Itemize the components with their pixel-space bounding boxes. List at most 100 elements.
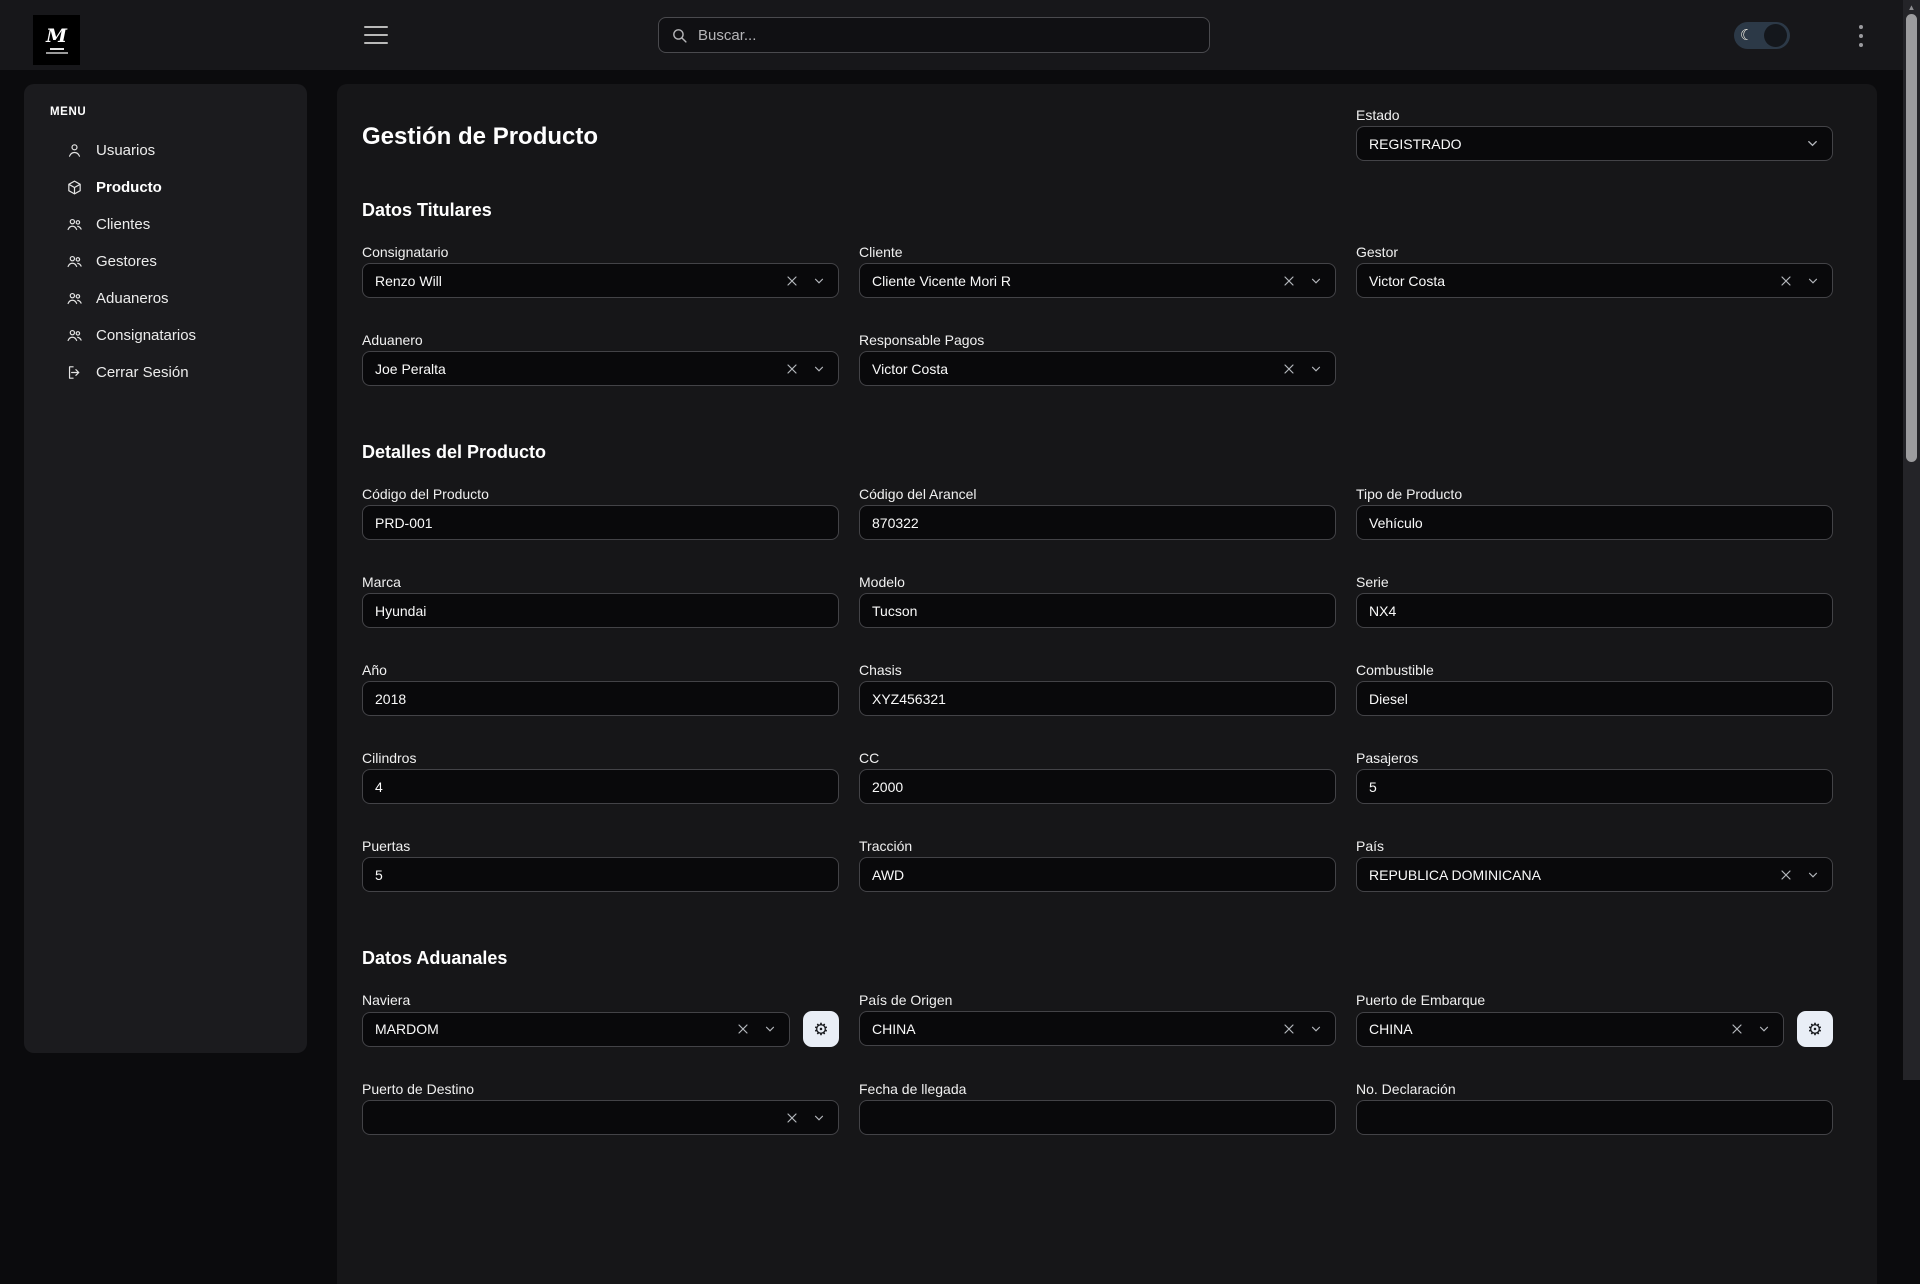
clear-icon[interactable]	[1281, 1021, 1297, 1037]
chevron-down-icon[interactable]	[1805, 136, 1820, 151]
sidebar-item-gestores[interactable]: Gestores	[24, 243, 307, 280]
field-value: 5	[375, 867, 826, 883]
chevron-down-icon[interactable]	[1757, 1022, 1771, 1036]
sidebar-item-label: Consignatarios	[96, 327, 196, 344]
combobox[interactable]: Victor Costa	[1356, 263, 1833, 298]
form-field: Combustible Diesel	[1356, 663, 1833, 716]
form-field: CC 2000	[859, 751, 1336, 804]
theme-toggle[interactable]: ☾	[1734, 22, 1790, 49]
sidebar-item-usuarios[interactable]: Usuarios	[24, 132, 307, 169]
clear-icon[interactable]	[1778, 867, 1794, 883]
form-field: Puerto de Embarque CHINA ⚙	[1356, 993, 1833, 1047]
chevron-down-icon[interactable]	[1309, 1022, 1323, 1036]
sidebar-item-cerrar-sesion[interactable]: Cerrar Sesión	[24, 354, 307, 391]
clear-icon[interactable]	[784, 273, 800, 289]
text-input[interactable]: XYZ456321	[859, 681, 1336, 716]
scroll-up-arrow-icon[interactable]: ▲	[1903, 3, 1920, 13]
users-icon	[66, 216, 83, 233]
field-settings-button[interactable]: ⚙	[1797, 1011, 1833, 1047]
kebab-menu-icon[interactable]	[1854, 25, 1868, 47]
section-title: Datos Titulares	[362, 199, 1833, 221]
logo-emblem-icon: M	[46, 27, 67, 46]
field-value: REGISTRADO	[1369, 136, 1793, 152]
text-input[interactable]: Vehículo	[1356, 505, 1833, 540]
field-label: Aduanero	[362, 333, 839, 348]
text-input[interactable]: 5	[362, 857, 839, 892]
field-label: Tracción	[859, 839, 1336, 854]
field-label: Pasajeros	[1356, 751, 1833, 766]
text-input[interactable]: Hyundai	[362, 593, 839, 628]
form-field: Tipo de Producto Vehículo	[1356, 487, 1833, 540]
field-value: Victor Costa	[1369, 273, 1766, 289]
chevron-down-icon[interactable]	[1309, 274, 1323, 288]
text-input[interactable]	[1356, 1100, 1833, 1135]
text-input[interactable]: 870322	[859, 505, 1336, 540]
chevron-down-icon[interactable]	[812, 274, 826, 288]
form-field: Cilindros 4	[362, 751, 839, 804]
text-input[interactable]: PRD-001	[362, 505, 839, 540]
text-input[interactable]: Tucson	[859, 593, 1336, 628]
scrollbar-thumb[interactable]	[1906, 14, 1917, 462]
gear-icon: ⚙	[813, 1021, 828, 1038]
users-icon	[66, 327, 83, 344]
combobox[interactable]: CHINA	[1356, 1012, 1784, 1047]
app-logo[interactable]: M	[33, 15, 80, 65]
text-input[interactable]: 2000	[859, 769, 1336, 804]
search-input[interactable]	[698, 27, 1197, 44]
estado-field: Estado REGISTRADO	[1356, 108, 1833, 161]
form-field: Aduanero Joe Peralta	[362, 333, 839, 386]
logo-text-line	[50, 48, 64, 50]
moon-icon: ☾	[1740, 28, 1753, 43]
clear-icon[interactable]	[1729, 1021, 1745, 1037]
text-input[interactable]: 5	[1356, 769, 1833, 804]
clear-icon[interactable]	[784, 361, 800, 377]
form-field: Marca Hyundai	[362, 575, 839, 628]
field-label: Puertas	[362, 839, 839, 854]
form-field: Fecha de llegada	[859, 1082, 1336, 1135]
combobox[interactable]	[362, 1100, 839, 1135]
text-input[interactable]: 4	[362, 769, 839, 804]
text-input[interactable]: NX4	[1356, 593, 1833, 628]
search-bar[interactable]	[658, 17, 1210, 53]
hamburger-menu-icon[interactable]	[364, 26, 388, 44]
sidebar-item-aduaneros[interactable]: Aduaneros	[24, 280, 307, 317]
form-field: Tracción AWD	[859, 839, 1336, 892]
sidebar-item-consignatarios[interactable]: Consignatarios	[24, 317, 307, 354]
clear-icon[interactable]	[1281, 361, 1297, 377]
combobox[interactable]: CHINA	[859, 1011, 1336, 1046]
combobox[interactable]: REPUBLICA DOMINICANA	[1356, 857, 1833, 892]
field-label: Gestor	[1356, 245, 1833, 260]
combobox[interactable]: MARDOM	[362, 1012, 790, 1047]
chevron-down-icon[interactable]	[763, 1022, 777, 1036]
field-label: Puerto de Embarque	[1356, 993, 1833, 1008]
combobox[interactable]: Renzo Will	[362, 263, 839, 298]
field-label: Serie	[1356, 575, 1833, 590]
chevron-down-icon[interactable]	[1806, 274, 1820, 288]
chevron-down-icon[interactable]	[812, 362, 826, 376]
clear-icon[interactable]	[1778, 273, 1794, 289]
chevron-down-icon[interactable]	[812, 1111, 826, 1125]
field-value: PRD-001	[375, 515, 826, 531]
chevron-down-icon[interactable]	[1806, 868, 1820, 882]
chevron-down-icon[interactable]	[1309, 362, 1323, 376]
sidebar-item-clientes[interactable]: Clientes	[24, 206, 307, 243]
text-input[interactable]: AWD	[859, 857, 1336, 892]
user-icon	[66, 142, 83, 159]
form-field: Chasis XYZ456321	[859, 663, 1336, 716]
field-settings-button[interactable]: ⚙	[803, 1011, 839, 1047]
combobox[interactable]: Cliente Vicente Mori R	[859, 263, 1336, 298]
clear-icon[interactable]	[1281, 273, 1297, 289]
text-input[interactable]: 2018	[362, 681, 839, 716]
estado-select[interactable]: REGISTRADO	[1356, 126, 1833, 161]
scrollbar[interactable]: ▲	[1903, 0, 1920, 1080]
field-value: XYZ456321	[872, 691, 1323, 707]
text-input[interactable]: Diesel	[1356, 681, 1833, 716]
clear-icon[interactable]	[784, 1110, 800, 1126]
combobox[interactable]: Joe Peralta	[362, 351, 839, 386]
text-input[interactable]	[859, 1100, 1336, 1135]
users-icon	[66, 290, 83, 307]
combobox[interactable]: Victor Costa	[859, 351, 1336, 386]
field-value: NX4	[1369, 603, 1820, 619]
clear-icon[interactable]	[735, 1021, 751, 1037]
sidebar-item-producto[interactable]: Producto	[24, 169, 307, 206]
